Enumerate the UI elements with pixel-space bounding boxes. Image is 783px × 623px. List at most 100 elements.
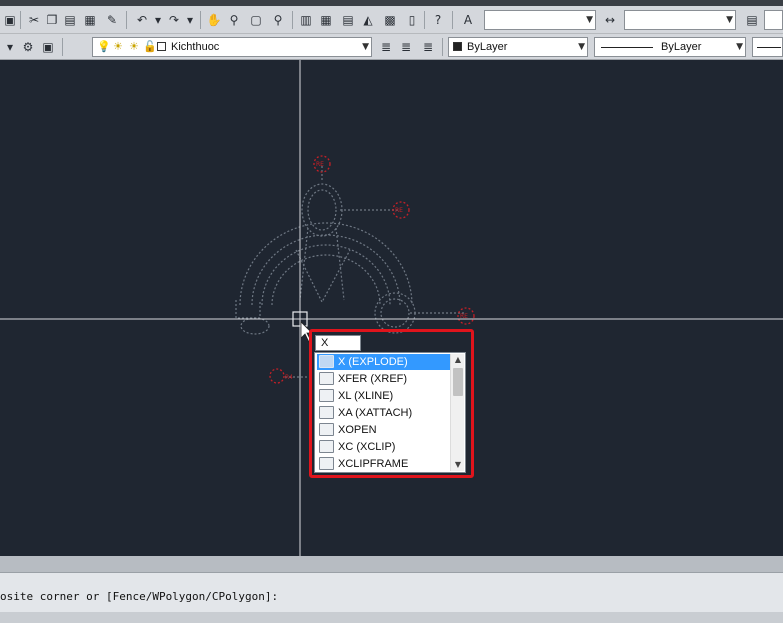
color-dropdown[interactable]: ByLayer ▼ — [448, 37, 588, 57]
layer-states-icon[interactable]: ▾ — [2, 39, 18, 55]
right-circle-inner — [380, 298, 410, 328]
copy-icon[interactable]: ❐ — [44, 12, 60, 28]
chevron-down-icon: ▼ — [362, 42, 369, 52]
chevron-down-icon: ▼ — [578, 42, 585, 52]
xopen-icon — [319, 423, 334, 436]
markup-icon[interactable]: ▩ — [382, 12, 398, 28]
match-properties-icon[interactable]: ✎ — [104, 12, 120, 28]
layer-isolate-icon[interactable]: ≣ — [398, 39, 414, 55]
redo-icon[interactable]: ↷ — [166, 12, 182, 28]
pan-icon[interactable]: ✋ — [206, 12, 222, 28]
svg-text:R4: R4 — [285, 374, 293, 381]
redo-dropdown-icon[interactable]: ▾ — [182, 12, 198, 28]
suggestion-xfer[interactable]: XFER (XREF) — [317, 371, 450, 387]
properties-icon[interactable]: ▥ — [298, 12, 314, 28]
xclip-icon — [319, 440, 334, 453]
zoom-previous-icon[interactable]: ⚲ — [270, 12, 286, 28]
dimension-style-dropdown[interactable]: ▼ — [624, 10, 736, 30]
toolbar-separator — [442, 38, 443, 56]
left-foot-ellipse — [240, 317, 270, 335]
layer-name: Kichthuoc — [171, 41, 220, 53]
suggestion-label: XA (XATTACH) — [338, 407, 413, 419]
xclipframe-icon — [319, 457, 334, 470]
suggestion-label: XFER (XREF) — [338, 373, 408, 385]
tool-palettes-icon[interactable]: ▤ — [340, 12, 356, 28]
suggestion-explode[interactable]: X (EXPLODE) — [317, 354, 450, 370]
linetype-value: ByLayer — [661, 41, 702, 53]
suggestion-xc[interactable]: XC (XCLIP) — [317, 439, 450, 455]
toolbar-separator — [62, 38, 63, 56]
suggestion-label: XL (XLINE) — [338, 390, 394, 402]
suggestion-label: XCLIPFRAME — [338, 458, 409, 470]
suggestion-label: XC (XCLIP) — [338, 441, 396, 453]
suggestion-label: XOPEN — [338, 424, 377, 436]
linetype-dropdown[interactable]: ByLayer ▼ — [594, 37, 746, 57]
command-line-window[interactable]: osite corner or [Fence/WPolygon/CPolygon… — [0, 572, 783, 612]
unlock-icon[interactable]: 🔓 — [143, 38, 157, 56]
text-style-dropdown[interactable]: ▼ — [484, 10, 596, 30]
sun-icon[interactable]: ☀ — [129, 38, 139, 56]
model-layout-strip — [0, 556, 783, 572]
linetype-preview — [601, 47, 653, 48]
lineweight-preview — [757, 47, 781, 48]
toolbar-separator — [20, 11, 21, 29]
toolbar-separator — [200, 11, 201, 29]
explode-icon — [319, 355, 334, 368]
paste-icon[interactable]: ▤ — [62, 12, 78, 28]
cut-icon[interactable]: ✂ — [26, 12, 42, 28]
suggestion-scrollbar[interactable]: ▲ ▼ — [450, 354, 464, 471]
chevron-down-icon: ▼ — [586, 15, 593, 25]
arch-inner-arc — [261, 244, 391, 306]
undo-dropdown-icon[interactable]: ▾ — [150, 12, 166, 28]
sun-icon[interactable]: ☀ — [113, 38, 123, 56]
scroll-up-icon[interactable]: ▲ — [451, 354, 465, 366]
scroll-down-icon[interactable]: ▼ — [451, 459, 465, 471]
save-icon[interactable]: ▣ — [2, 12, 18, 28]
table-style-dropdown[interactable] — [764, 10, 783, 30]
suggestion-xa[interactable]: XA (XATTACH) — [317, 405, 450, 421]
help-icon[interactable]: ? — [430, 12, 446, 28]
stem-lines — [299, 227, 345, 301]
layer-properties-icon[interactable]: ⚙ — [20, 39, 36, 55]
copy-with-basepoint-icon[interactable]: ▦ — [82, 12, 98, 28]
undo-icon[interactable]: ↶ — [134, 12, 150, 28]
table-style-icon[interactable]: ▤ — [744, 12, 760, 28]
toolbar-separator — [126, 11, 127, 29]
xline-icon — [319, 389, 334, 402]
drawing-canvas[interactable]: RE RE RE R4 — [0, 60, 783, 556]
command-prompt-text: osite corner or [Fence/WPolygon/CPolygon… — [0, 590, 279, 603]
command-input[interactable]: X — [315, 335, 361, 351]
toolbar-separator — [424, 11, 425, 29]
suggestion-xopen[interactable]: XOPEN — [317, 422, 450, 438]
command-input-strip[interactable] — [0, 612, 783, 623]
layer-color-swatch — [157, 42, 166, 51]
toolbar-separator — [452, 11, 453, 29]
design-center-icon[interactable]: ▦ — [318, 12, 334, 28]
toolbar-separator — [292, 11, 293, 29]
layers-properties-toolbar: ▾ ⚙ ▣ 💡 ☀ ☀ 🔓 Kichthuoc ▼ ≣ ≣ ≣ ByLayer … — [0, 34, 783, 60]
svg-text:RE: RE — [316, 161, 324, 168]
suggestion-label: X (EXPLODE) — [338, 356, 408, 368]
make-object-layer-current-icon[interactable]: ▣ — [40, 39, 56, 55]
svg-text:RE: RE — [395, 207, 403, 214]
lightbulb-icon[interactable]: 💡 — [97, 38, 111, 56]
zoom-window-icon[interactable]: ▢ — [248, 12, 264, 28]
xref-icon — [319, 372, 334, 385]
command-suggestion-list[interactable]: X (EXPLODE) XFER (XREF) XL (XLINE) XA (X… — [314, 352, 466, 473]
layer-previous-icon[interactable]: ≣ — [378, 39, 394, 55]
chevron-down-icon: ▼ — [726, 15, 733, 25]
chevron-down-icon: ▼ — [736, 42, 743, 52]
layer-dropdown[interactable]: 💡 ☀ ☀ 🔓 Kichthuoc ▼ — [92, 37, 372, 57]
suggestion-xl[interactable]: XL (XLINE) — [317, 388, 450, 404]
dimension-style-icon[interactable]: ↔ — [602, 12, 618, 28]
lineweight-dropdown[interactable] — [752, 37, 783, 57]
calculator-icon[interactable]: ▯ — [404, 12, 420, 28]
left-foot — [235, 300, 261, 319]
layer-walk-icon[interactable]: ≣ — [420, 39, 436, 55]
arch-inner-arc-2 — [271, 254, 381, 306]
sheet-set-icon[interactable]: ◭ — [360, 12, 376, 28]
suggestion-xclipframe[interactable]: XCLIPFRAME — [317, 456, 450, 472]
zoom-realtime-icon[interactable]: ⚲ — [226, 12, 242, 28]
text-style-icon[interactable]: A — [460, 12, 476, 28]
scrollbar-thumb[interactable] — [453, 368, 463, 396]
